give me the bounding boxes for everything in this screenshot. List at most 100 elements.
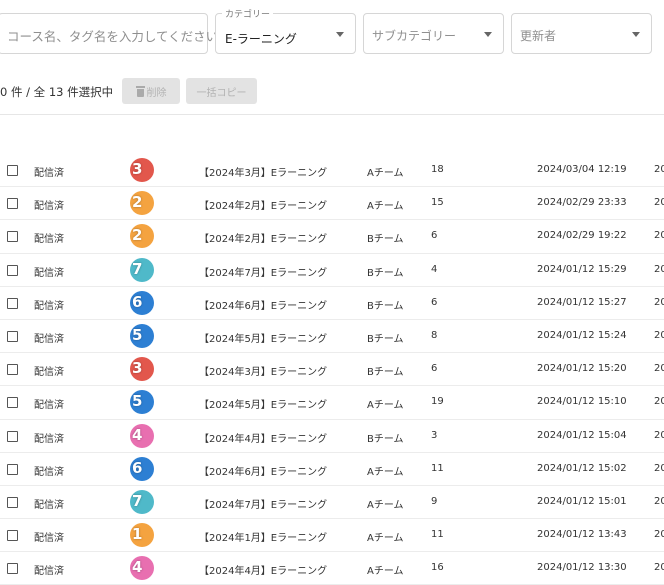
updater-placeholder: 更新者 <box>520 29 557 43</box>
extra-cell: 20 <box>654 495 664 507</box>
count-cell: 11 <box>431 529 444 541</box>
extra-cell: 20 <box>654 529 664 541</box>
thumbnail-month: 7 <box>132 491 143 510</box>
team-cell: Bチーム <box>367 300 404 312</box>
table-row[interactable]: 配信済 7 【2024年7月】Eラーニング Aチーム 9 2024/01/12 … <box>0 486 664 520</box>
thumbnail-month: 2 <box>132 193 143 212</box>
count-cell: 16 <box>431 562 444 574</box>
category-select[interactable]: カテゴリー E-ラーニング <box>215 7 356 54</box>
course-thumbnail: 2 <box>130 224 154 249</box>
course-title-cell[interactable]: 【2024年7月】Eラーニング <box>199 264 327 279</box>
updater-select[interactable]: 更新者 <box>511 13 652 54</box>
thumbnail-month: 5 <box>132 392 143 411</box>
row-checkbox[interactable] <box>7 165 18 176</box>
row-checkbox[interactable] <box>7 198 18 210</box>
row-checkbox[interactable] <box>7 530 18 542</box>
table-row[interactable]: 配信済 5 【2024年5月】Eラーニング Aチーム 19 2024/01/12… <box>0 386 664 420</box>
course-thumbnail: 6 <box>130 456 154 481</box>
toolbar: 0 件 / 全 13 件選択中 削除 一括コピー <box>0 78 664 104</box>
thumbnail-month: 4 <box>132 425 143 444</box>
table-row[interactable]: 配信済 3 【2024年3月】Eラーニング Bチーム 6 2024/01/12 … <box>0 353 664 387</box>
course-thumbnail: 5 <box>130 323 154 348</box>
row-checkbox[interactable] <box>7 496 18 508</box>
status-cell: 配信済 <box>34 533 64 545</box>
table-row[interactable]: 配信済 4 【2024年4月】Eラーニング Aチーム 16 2024/01/12… <box>0 552 664 585</box>
table-row[interactable]: 配信済 2 【2024年2月】Eラーニング Aチーム 15 2024/02/29… <box>0 187 664 221</box>
status-cell: 配信済 <box>34 367 64 379</box>
row-checkbox[interactable] <box>7 563 18 575</box>
extra-cell: 20 <box>654 296 664 308</box>
thumbnail-month: 6 <box>132 458 143 477</box>
row-checkbox[interactable] <box>7 364 18 376</box>
course-title-cell[interactable]: 【2024年6月】Eラーニング <box>199 297 327 312</box>
row-checkbox[interactable] <box>7 264 18 276</box>
course-thumbnail: 7 <box>130 489 154 514</box>
course-title-cell[interactable]: 【2024年5月】Eラーニング <box>199 396 327 411</box>
thumbnail-month: 4 <box>132 558 143 577</box>
course-table: 配信済 3 【2024年3月】Eラーニング Aチーム 18 2024/03/04… <box>0 154 664 585</box>
chevron-down-icon <box>336 32 344 37</box>
bulk-copy-button[interactable]: 一括コピー <box>186 78 257 104</box>
delete-button[interactable]: 削除 <box>122 78 180 104</box>
extra-cell: 20 <box>654 396 664 408</box>
course-thumbnail: 5 <box>130 390 154 415</box>
course-title-cell[interactable]: 【2024年4月】Eラーニング <box>199 562 327 577</box>
updated-at-cell: 2024/01/12 15:02 <box>537 462 627 474</box>
count-cell: 4 <box>431 263 438 275</box>
thumbnail-month: 7 <box>132 259 143 278</box>
course-thumbnail: 4 <box>130 556 154 581</box>
subcategory-select[interactable]: サブカテゴリー <box>363 13 504 54</box>
course-title-cell[interactable]: 【2024年3月】Eラーニング <box>199 363 327 378</box>
course-title-cell[interactable]: 【2024年3月】Eラーニング <box>199 164 327 179</box>
status-cell: 配信済 <box>34 234 64 246</box>
extra-cell: 20 <box>654 263 664 275</box>
team-cell: Bチーム <box>367 333 404 345</box>
extra-cell: 20 <box>654 562 664 574</box>
category-value: E-ラーニング <box>225 32 297 46</box>
search-input[interactable]: コース名、タグ名を入力してください <box>0 13 218 54</box>
course-title-cell[interactable]: 【2024年1月】Eラーニング <box>199 529 327 544</box>
row-checkbox[interactable] <box>7 463 18 475</box>
course-thumbnail: 3 <box>130 158 154 182</box>
course-title-cell[interactable]: 【2024年4月】Eラーニング <box>199 430 327 445</box>
course-thumbnail: 3 <box>130 357 154 382</box>
category-label: カテゴリー <box>222 7 274 20</box>
table-row[interactable]: 配信済 5 【2024年5月】Eラーニング Bチーム 8 2024/01/12 … <box>0 320 664 354</box>
course-title-cell[interactable]: 【2024年5月】Eラーニング <box>199 330 327 345</box>
team-cell: Aチーム <box>367 201 404 213</box>
row-checkbox[interactable] <box>7 231 18 243</box>
row-checkbox[interactable] <box>7 397 18 409</box>
trash-icon <box>135 85 145 97</box>
thumbnail-month: 1 <box>132 525 143 544</box>
table-header <box>0 114 664 154</box>
table-row[interactable]: 配信済 6 【2024年6月】Eラーニング Aチーム 11 2024/01/12… <box>0 453 664 486</box>
extra-cell: 20 <box>654 429 664 441</box>
course-title-cell[interactable]: 【2024年2月】Eラーニング <box>199 230 327 245</box>
status-cell: 配信済 <box>34 333 64 345</box>
course-title-cell[interactable]: 【2024年6月】Eラーニング <box>199 463 327 478</box>
bulk-copy-label: 一括コピー <box>196 87 247 99</box>
table-row[interactable]: 配信済 3 【2024年3月】Eラーニング Aチーム 18 2024/03/04… <box>0 154 664 188</box>
table-row[interactable]: 配信済 7 【2024年7月】Eラーニング Bチーム 4 2024/01/12 … <box>0 254 664 287</box>
updated-at-cell: 2024/02/29 23:33 <box>537 197 627 209</box>
delete-label: 削除 <box>146 87 167 99</box>
table-row[interactable]: 配信済 1 【2024年1月】Eラーニング Aチーム 11 2024/01/12… <box>0 519 664 553</box>
updated-at-cell: 2024/01/12 15:10 <box>537 396 627 408</box>
course-title-cell[interactable]: 【2024年7月】Eラーニング <box>199 496 327 511</box>
row-checkbox[interactable] <box>7 330 18 342</box>
row-checkbox[interactable] <box>7 430 18 442</box>
course-thumbnail: 2 <box>130 191 154 216</box>
table-row[interactable]: 配信済 4 【2024年4月】Eラーニング Bチーム 3 2024/01/12 … <box>0 420 664 453</box>
row-checkbox[interactable] <box>7 297 18 309</box>
team-cell: Bチーム <box>367 267 404 279</box>
status-cell: 配信済 <box>34 201 64 213</box>
count-cell: 6 <box>431 230 438 242</box>
course-title-cell[interactable]: 【2024年2月】Eラーニング <box>199 197 327 212</box>
count-cell: 6 <box>431 296 438 308</box>
table-row[interactable]: 配信済 6 【2024年6月】Eラーニング Bチーム 6 2024/01/12 … <box>0 287 664 320</box>
updated-at-cell: 2024/03/04 12:19 <box>537 164 627 175</box>
team-cell: Aチーム <box>367 466 404 478</box>
table-row[interactable]: 配信済 2 【2024年2月】Eラーニング Bチーム 6 2024/02/29 … <box>0 220 664 254</box>
status-cell: 配信済 <box>34 300 64 312</box>
updated-at-cell: 2024/01/12 15:04 <box>537 429 627 441</box>
